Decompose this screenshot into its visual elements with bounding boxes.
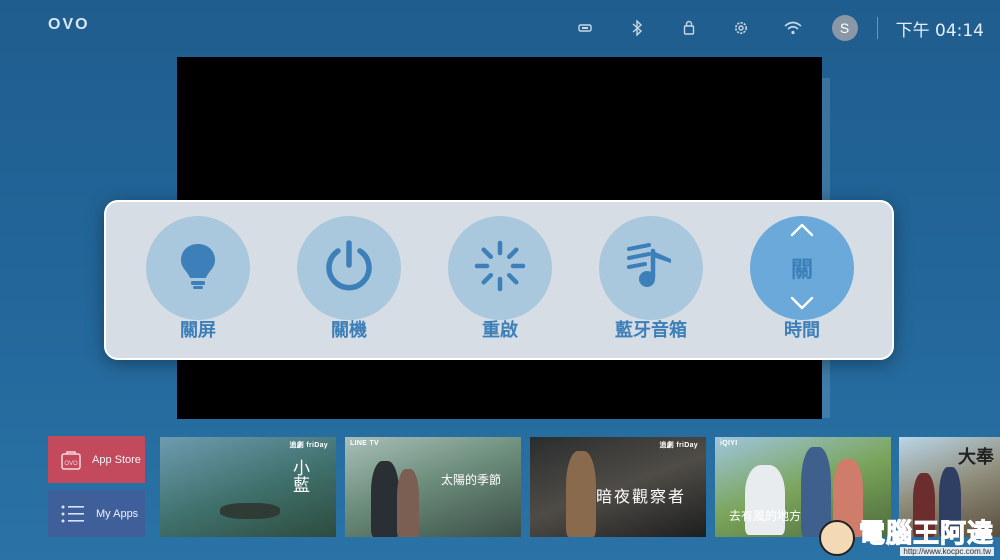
poster-figure (566, 451, 596, 537)
lock-icon[interactable] (663, 10, 715, 46)
menu-item-restart[interactable]: 重啟 (448, 216, 552, 352)
poster-3[interactable]: 追劇 friDay 暗夜觀察者 (530, 437, 706, 537)
status-bar: S 下午 04:14 (559, 10, 984, 46)
list-icon (60, 503, 86, 525)
menu-item-time[interactable]: 關 時間 (750, 216, 854, 352)
poster-1[interactable]: 追劇 friDay 小藍 (160, 437, 336, 537)
chevron-up-icon[interactable] (790, 222, 814, 241)
poster-badge: iQIYI (720, 440, 738, 447)
app-store-tile[interactable]: OVO App Store (48, 436, 145, 483)
menu-item-bluetooth-speaker[interactable]: 藍牙音箱 (599, 216, 703, 352)
my-apps-label: My Apps (96, 507, 139, 520)
poster-figure (371, 461, 399, 537)
user-avatar[interactable]: S (831, 15, 858, 41)
chevron-down-icon[interactable] (790, 295, 814, 314)
ovo-logo: OVO (48, 16, 90, 33)
mascot-icon (818, 520, 855, 556)
power-menu-panel: 關屏 關機 重啟 藍牙音箱 關 時間 (104, 200, 894, 360)
lightbulb-icon (178, 242, 218, 294)
power-icon (322, 239, 376, 297)
status-divider (876, 17, 878, 39)
poster-title: 太陽的季節 (441, 473, 502, 487)
my-apps-tile[interactable]: My Apps (48, 490, 145, 537)
poster-title: 去有風的地方 (729, 509, 802, 523)
menu-circle (599, 216, 703, 320)
poster-figure (397, 469, 419, 537)
storage-icon[interactable] (559, 10, 611, 46)
loading-spinner-icon (474, 240, 526, 296)
poster-badge: 追劇 friDay (289, 442, 328, 449)
menu-circle (448, 216, 552, 320)
watermark-url: http://www.kocpc.com.tw (900, 547, 994, 556)
menu-circle-active: 關 (750, 216, 854, 320)
poster-2[interactable]: LINE TV 太陽的季節 (345, 437, 521, 537)
time-setting-value: 關 (790, 258, 813, 283)
gear-icon[interactable] (715, 10, 767, 46)
poster-badge: LINE TV (350, 440, 379, 447)
poster-figure (745, 465, 785, 535)
poster-title: 大奉 (958, 447, 994, 468)
poster-title: 小藍 (289, 459, 309, 493)
menu-circle (297, 216, 401, 320)
watermark: 電腦王阿達 http://www.kocpc.com.tw (818, 519, 994, 556)
menu-item-screen-off[interactable]: 關屏 (146, 216, 250, 352)
poster-figure (220, 503, 280, 519)
music-note-icon (625, 241, 677, 295)
wifi-icon[interactable] (767, 10, 819, 46)
bluetooth-icon[interactable] (611, 10, 663, 46)
watermark-name: 電腦王阿達 (858, 519, 994, 549)
svg-text:OVO: OVO (64, 461, 78, 467)
menu-item-power-off[interactable]: 關機 (297, 216, 401, 352)
shopping-bag-icon: OVO (60, 449, 82, 471)
poster-badge: 追劇 friDay (659, 442, 698, 449)
app-store-label: App Store (92, 453, 141, 466)
clock: 下午 04:14 (895, 20, 984, 41)
poster-title: 暗夜觀察者 (596, 487, 687, 506)
menu-circle (146, 216, 250, 320)
